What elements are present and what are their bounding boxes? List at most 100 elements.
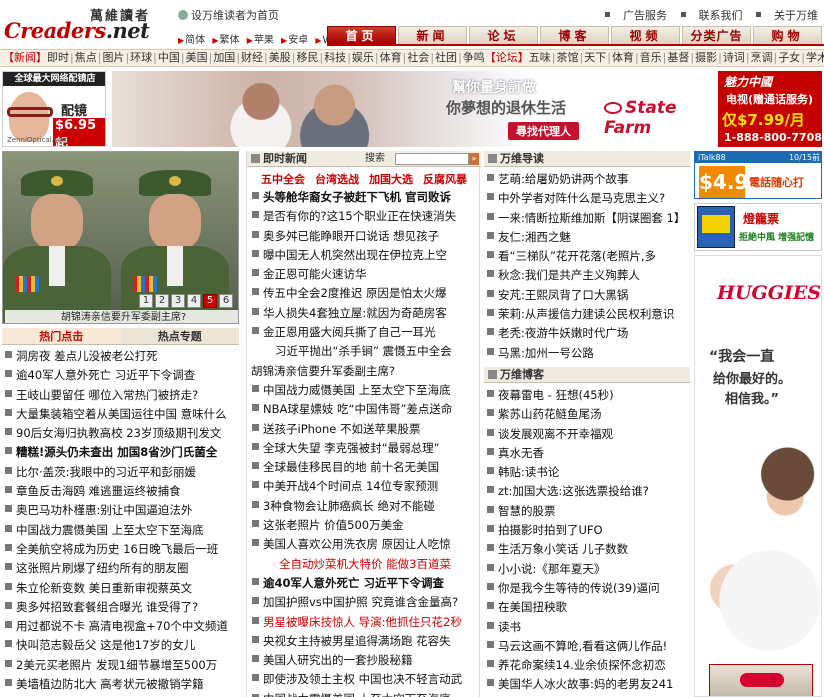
topic-link[interactable]: 反腐风暴: [423, 173, 467, 186]
version-android[interactable]: ▶安卓: [281, 35, 310, 46]
category-item[interactable]: 中国: [158, 51, 180, 64]
blog-item[interactable]: 在美国扭秧歌: [486, 598, 690, 617]
instant-news-item[interactable]: 送孩子iPhone 不如送苹果股票: [251, 420, 479, 439]
tab-video[interactable]: 视频: [611, 26, 680, 44]
instant-news-item[interactable]: 华人损失4套独立屋:就因为奇葩房客: [251, 304, 479, 323]
category-item[interactable]: 美国: [186, 51, 208, 64]
tab-hot-topics[interactable]: 热点专题: [120, 328, 239, 344]
topic-link[interactable]: 台湾选战: [315, 173, 359, 186]
category-item[interactable]: 加国: [213, 51, 235, 64]
hot-click-item[interactable]: 糟糕!源头仍未查出 加国8省沙门氏菌全: [4, 443, 240, 462]
blog-item[interactable]: 小小说:《那年夏天》: [486, 560, 690, 579]
blog-item[interactable]: 智慧的股票: [486, 502, 690, 521]
instant-news-item[interactable]: 逾40军人意外死亡 习近平下令调查: [251, 574, 479, 593]
huggies-ad[interactable]: HUGGIES “我会一直 给你最好的。 相信我。”: [694, 255, 822, 697]
blog-item[interactable]: 韩贴:读书论: [486, 463, 690, 482]
category-item[interactable]: 移民: [296, 51, 318, 64]
site-logo[interactable]: 萬維讀者 Creaders.net: [4, 4, 164, 44]
guide-item[interactable]: 友仁:湘西之魅: [486, 228, 690, 247]
hot-click-item[interactable]: 朱立伦新变数 美日重新审视蔡英文: [4, 579, 240, 598]
blog-item[interactable]: 美国华人冰火故事:妈的老男友241: [486, 675, 690, 694]
headline-photo[interactable]: 123456 胡锦涛亲信要升军委副主席?: [2, 151, 239, 324]
guide-item[interactable]: 艺萌:给屠奶奶讲两个故事: [486, 170, 690, 189]
forum-category-item[interactable]: 诗词: [723, 51, 745, 64]
blog-item[interactable]: 马云这画不算呛,看看这俩儿作品!: [486, 637, 690, 656]
guide-item[interactable]: 老秃:夜游牛妖嫩时代广场: [486, 324, 690, 343]
blog-item[interactable]: zt:加国大选:这张选票投给谁?: [486, 482, 690, 501]
hot-click-item[interactable]: 章鱼反击海鸥 难逃噩运终被捕食: [4, 482, 240, 501]
blog-item[interactable]: 拍摄影时拍到了UFO: [486, 521, 690, 540]
instant-news-item[interactable]: 胡锦涛亲信要升军委副主席?: [251, 362, 479, 381]
instant-news-item[interactable]: 美国人研究出的一套抄股秘籍: [251, 651, 479, 670]
blog-item[interactable]: 紫苏山药花鲢鱼尾汤: [486, 405, 690, 424]
set-homepage-link[interactable]: 设万维读者为首页: [178, 7, 279, 23]
forum-category-item[interactable]: 子女: [778, 51, 800, 64]
forum-category-item[interactable]: 五味: [529, 51, 551, 64]
instant-news-item[interactable]: 男星被曝床技惊人 导演:他抓住只花2秒: [251, 613, 479, 632]
instant-news-item[interactable]: 中国战力震慑美国 上至太空下至海底: [251, 690, 479, 697]
category-item[interactable]: 财经: [241, 51, 263, 64]
photo-page-5[interactable]: 5: [203, 294, 217, 308]
contact-link[interactable]: 联系我们: [680, 9, 743, 22]
glasses-ad[interactable]: 全球最大网络配镜店 配镜 $6.95起 ZenniOptical.com: [2, 71, 106, 147]
instant-news-item[interactable]: 美国人喜欢公用洗衣房 原因让人吃惊: [251, 535, 479, 554]
instant-news-item[interactable]: 全球大失望 李克强被封“最弱总理”: [251, 439, 479, 458]
hot-click-item[interactable]: 90后女海归执教高校 23岁顶级期刊发文: [4, 424, 240, 443]
instant-news-item[interactable]: 中国战力威慑美国 上至太空下至海底: [251, 381, 479, 400]
search-input[interactable]: [395, 153, 469, 165]
tab-forum[interactable]: 论坛: [469, 26, 538, 44]
instant-news-item[interactable]: 全球最佳移民目的地 前十名无美国: [251, 458, 479, 477]
tab-hot-clicks[interactable]: 热门点击: [2, 328, 121, 344]
instant-news-item[interactable]: 金正恩用盛大阅兵撕了自己一耳光: [251, 323, 479, 342]
tab-home[interactable]: 首页: [327, 26, 396, 44]
hot-click-item[interactable]: 大量集装箱空着从美国运往中国 意味什么: [4, 405, 240, 424]
photo-page-2[interactable]: 2: [155, 294, 169, 308]
category-item[interactable]: 社会: [407, 51, 429, 64]
blog-item[interactable]: 谈发展观离不开幸福观: [486, 425, 690, 444]
blog-item[interactable]: 夜幕雷电 - 狂想(45秒): [486, 386, 690, 405]
instant-news-item[interactable]: NBA球星嫖妓 吃“中国伟哥”差点送命: [251, 400, 479, 419]
tab-classifieds[interactable]: 分类广告: [682, 26, 751, 44]
category-item[interactable]: 焦点: [75, 51, 97, 64]
forum-category-item[interactable]: 摄影: [695, 51, 717, 64]
topic-link[interactable]: 加国大选: [369, 173, 413, 186]
instant-news-item[interactable]: 3种食物会让肺癌疯长 绝对不能碰: [251, 497, 479, 516]
category-item[interactable]: 社团: [435, 51, 457, 64]
forum-category-item[interactable]: 基督: [667, 51, 689, 64]
hot-click-item[interactable]: 逾40军人意外死亡 习近平下令调查: [4, 366, 240, 385]
statefarm-ad[interactable]: 幫你量身訂做 你夢想的退休生活 尋找代理人 State Farm: [112, 71, 712, 147]
forum-category-item[interactable]: 体育: [612, 51, 634, 64]
photo-caption[interactable]: 胡锦涛亲信要升军委副主席?: [5, 310, 238, 323]
photo-page-3[interactable]: 3: [171, 294, 185, 308]
instant-news-item[interactable]: 是否有你的?这15个职业正在快速消失: [251, 207, 479, 226]
guide-item[interactable]: 看“三梯队”花开花落(老照片,多: [486, 247, 690, 266]
forum-category-item[interactable]: 烹调: [751, 51, 773, 64]
tab-news[interactable]: 新闻: [398, 26, 467, 44]
about-link[interactable]: 关于万维: [756, 9, 818, 22]
blog-item[interactable]: 生活万象小笑话 儿子数数: [486, 540, 690, 559]
ad-service-link[interactable]: 广告服务: [605, 9, 667, 22]
version-iphone[interactable]: ▶苹果: [247, 35, 276, 46]
instant-news-item[interactable]: 即使涉及领土主权 中国也决不轻言动武: [251, 670, 479, 689]
charm-china-ad[interactable]: 魅力中國 电视(赠通话服务) 仅$7.99/月 1-888-800-7708: [718, 71, 822, 147]
photo-page-6[interactable]: 6: [219, 294, 233, 308]
hot-click-item[interactable]: 比尔·盖茨:我眼中的习近平和彭丽媛: [4, 463, 240, 482]
instant-news-item[interactable]: 习近平抛出“杀手锏” 震慑五中全会: [251, 342, 479, 361]
search-go-icon[interactable]: »: [469, 153, 479, 165]
forum-category-item[interactable]: 茶馆: [557, 51, 579, 64]
category-item[interactable]: 娱乐: [352, 51, 374, 64]
hot-click-item[interactable]: 奥多舛招致套餐组合曝光 谁受得了?: [4, 598, 240, 617]
lantern-ad[interactable]: 燈籠票 拒絶中風 增强記憶: [694, 203, 822, 251]
version-simplified[interactable]: ▶简体: [178, 35, 207, 46]
instant-news-item[interactable]: 全自动炒菜机大特价 能做3百道菜: [251, 555, 479, 574]
category-item[interactable]: 争鸣: [463, 51, 485, 64]
find-agent-button[interactable]: 尋找代理人: [508, 122, 579, 140]
hot-click-item[interactable]: 奥巴马功朴槿惠:别让中国逼迫法外: [4, 501, 240, 520]
hot-click-item[interactable]: 中国战力震慑美国 上至太空下至海底: [4, 521, 240, 540]
photo-page-1[interactable]: 1: [139, 294, 153, 308]
guide-item[interactable]: 茉莉:从声援信力建读公民权利意识: [486, 305, 690, 324]
guide-item[interactable]: 安芃:王熙凤背了口大黑锅: [486, 286, 690, 305]
blog-item[interactable]: 真水无香: [486, 444, 690, 463]
instant-news-item[interactable]: 头等舱华裔女子被赶下飞机 官司败诉: [251, 188, 479, 207]
instant-news-item[interactable]: 中美开战4个时间点 14位专家预测: [251, 477, 479, 496]
